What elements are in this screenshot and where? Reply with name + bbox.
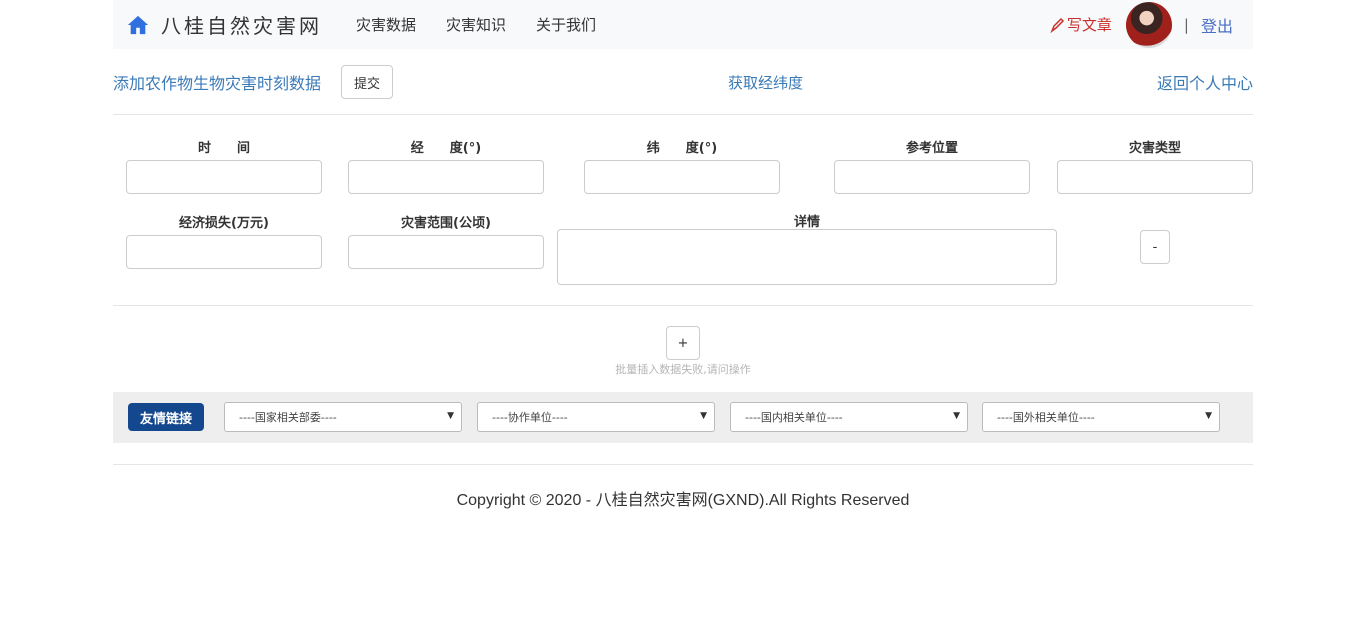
logout-link[interactable]: 登出 <box>1201 13 1233 37</box>
status-hint: 批量插入数据失败,请问操作 <box>615 363 751 376</box>
form-toolbar: 添加农作物生物灾害时刻数据 提交 获取经纬度 返回个人中心 <box>113 65 1253 99</box>
friend-links-button[interactable]: 友情链接 <box>128 403 204 431</box>
select-domestic-units[interactable]: ----国内相关单位---- ▼ <box>730 402 968 432</box>
top-navbar: 八桂自然灾害网 灾害数据 灾害知识 关于我们 写文章 | 登出 <box>113 0 1253 49</box>
page-title: 添加农作物生物灾害时刻数据 <box>113 74 322 93</box>
latitude-input[interactable] <box>584 160 780 194</box>
chevron-down-icon: ▼ <box>700 411 707 421</box>
nav-disaster-data[interactable]: 灾害数据 <box>356 14 416 35</box>
label-details: 详情 <box>793 215 820 230</box>
time-input[interactable] <box>126 160 322 194</box>
brand[interactable]: 八桂自然灾害网 <box>127 10 322 39</box>
select-partner-units[interactable]: ----协作单位---- ▼ <box>477 402 715 432</box>
economic-loss-input[interactable] <box>126 235 322 269</box>
remove-row-button[interactable]: - <box>1140 230 1170 264</box>
divider <box>113 464 1253 465</box>
brand-title[interactable]: 八桂自然灾害网 <box>161 10 322 39</box>
write-article-link[interactable]: 写文章 <box>1049 14 1112 35</box>
details-textarea[interactable] <box>557 229 1057 285</box>
get-coordinates-link[interactable]: 获取经纬度 <box>728 72 803 93</box>
select-value: ----国家相关部委---- <box>239 411 337 424</box>
disaster-type-input[interactable] <box>1057 160 1253 194</box>
label-disaster-type: 灾害类型 <box>1128 141 1181 156</box>
divider <box>113 114 1253 115</box>
back-to-profile-link[interactable]: 返回个人中心 <box>1157 70 1253 94</box>
nav-separator: | <box>1183 15 1189 34</box>
user-area: 写文章 | 登出 <box>1049 1 1253 48</box>
longitude-input[interactable] <box>348 160 544 194</box>
chevron-down-icon: ▼ <box>953 411 960 421</box>
main-nav: 灾害数据 灾害知识 关于我们 <box>356 14 626 35</box>
write-article-label: 写文章 <box>1066 16 1112 34</box>
nav-disaster-knowledge[interactable]: 灾害知识 <box>446 14 506 35</box>
disaster-range-input[interactable] <box>348 235 544 269</box>
select-national-departments[interactable]: ----国家相关部委---- ▼ <box>224 402 462 432</box>
select-foreign-units[interactable]: ----国外相关单位---- ▼ <box>982 402 1220 432</box>
reference-location-input[interactable] <box>834 160 1030 194</box>
label-longitude: 经 度(°) <box>410 141 482 156</box>
add-row-button[interactable]: + <box>666 326 700 360</box>
select-value: ----国内相关单位---- <box>745 411 843 424</box>
chevron-down-icon: ▼ <box>1205 411 1212 421</box>
label-time: 时 间 <box>197 141 250 156</box>
label-economic-loss: 经济损失(万元) <box>179 216 269 231</box>
select-value: ----国外相关单位---- <box>997 411 1095 424</box>
select-value: ----协作单位---- <box>492 411 568 424</box>
label-latitude: 纬 度(°) <box>646 141 718 156</box>
chevron-down-icon: ▼ <box>447 411 454 421</box>
footer-copyright: Copyright © 2020 - 八桂自然灾害网(GXND).All Rig… <box>456 492 910 509</box>
avatar[interactable] <box>1125 1 1172 48</box>
nav-about-us[interactable]: 关于我们 <box>536 14 596 35</box>
label-reference-location: 参考位置 <box>905 141 958 156</box>
divider <box>113 305 1253 306</box>
friend-links-bar: 友情链接 ----国家相关部委---- ▼ ----协作单位---- ▼ ---… <box>113 392 1253 443</box>
label-disaster-range: 灾害范围(公顷) <box>401 216 491 231</box>
home-icon[interactable] <box>127 14 149 36</box>
pen-icon <box>1049 17 1065 33</box>
submit-button[interactable]: 提交 <box>341 65 394 99</box>
